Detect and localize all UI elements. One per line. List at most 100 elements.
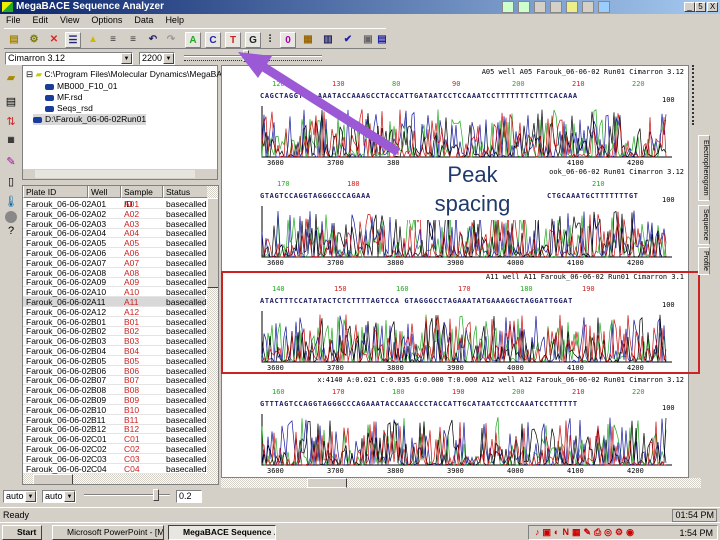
table-row[interactable]: Farouk_06-06-02 B03 B03 basecalled [23,336,207,347]
document-icon[interactable]: ▯ [4,175,18,189]
table-row[interactable]: Farouk_06-06-02 C03 C03 basecalled [23,454,207,464]
col-sample-id[interactable]: Sample ID [121,186,163,209]
check-icon[interactable]: ✔ [340,32,356,48]
tab-profile[interactable]: Profile [698,247,710,275]
menu-edit[interactable]: Edit [33,15,49,25]
printer-icon[interactable]: ▤ [4,95,18,109]
process-icon[interactable]: ⚙ [26,32,42,48]
project-combo[interactable]: Cimarron 3.12 ▼ [5,52,133,65]
delete-icon[interactable]: ✕ [46,32,62,48]
table-row[interactable]: Farouk_06-06-02 C04 C04 basecalled [23,464,207,474]
minimize-button[interactable]: _ [684,2,695,12]
base-c-button[interactable]: C [205,32,221,48]
grid-icon[interactable]: ▦ [4,135,18,149]
print-icon[interactable]: ▤ [374,32,390,48]
align-icon[interactable]: ≡ [105,32,121,48]
base-g-button[interactable]: G [245,32,261,48]
table-row[interactable]: Farouk_06-06-02 B10 B10 basecalled [23,405,207,415]
menu-view[interactable]: View [60,15,79,25]
tray-icons[interactable]: ♪▣◐N▦✎⎙◎⚙◉ [535,527,637,538]
menu-help[interactable]: Help [165,15,184,25]
table-row[interactable]: Farouk_06-06-02 B06 B06 basecalled [23,366,207,376]
chevron-down-icon[interactable]: ▼ [64,491,75,502]
thermometer-icon[interactable]: 🌡 [4,195,18,209]
base-a-button[interactable]: A [185,32,201,48]
chevron-down-icon[interactable]: ▼ [163,53,174,64]
table-row[interactable]: Farouk_06-06-02 B02 B02 basecalled [23,326,207,337]
tree-node-programfiles[interactable]: ⊟ ▰ C:\Program Files\Molecular Dynamics\… [26,69,242,80]
chromo-hscrollbar[interactable] [221,478,701,488]
menu-file[interactable]: File [6,15,21,25]
table-row[interactable]: Farouk_06-06-02 A04 A04 basecalled [23,228,207,239]
table-row[interactable]: Farouk_06-06-02 A05 A05 basecalled [23,238,207,249]
value-field[interactable]: 0.2 [176,490,202,503]
tree-node-mf[interactable]: MF.rsd [45,92,83,103]
table-row[interactable]: Farouk_06-06-02 A09 A09 basecalled [23,277,207,288]
menu-data[interactable]: Data [134,15,153,25]
table-row[interactable]: Farouk_06-06-02 A02 A02 basecalled [23,209,207,219]
undo-icon[interactable]: ↶ [145,32,161,48]
slider-thumb[interactable] [243,50,249,62]
collapse-icon[interactable]: ≡ [125,32,141,48]
map-icon[interactable]: ▥ [320,32,336,48]
table-row[interactable]: Farouk_06-06-02 C01 C01 basecalled [23,434,207,445]
key-shortcut-icon[interactable] [566,1,578,13]
col-status[interactable]: Status [163,186,208,198]
excel-icon[interactable] [518,1,530,13]
list-view-icon[interactable]: ☰ [65,32,81,48]
table-hscrollbar[interactable] [23,474,218,484]
start-button[interactable]: Start [2,525,42,540]
abc-icon[interactable]: ✎ [4,155,18,169]
table-row[interactable]: Farouk_06-06-02 B08 B08 basecalled [23,385,207,396]
table-row[interactable]: Farouk_06-06-02 A07 A07 basecalled [23,258,207,268]
word-icon[interactable] [502,1,514,13]
auto-combo-2[interactable]: auto ▼ [42,490,76,503]
help-icon[interactable]: ? [4,225,18,239]
chevron-down-icon[interactable]: ▼ [121,53,132,64]
tab-electropherogram[interactable]: Electropherogram [698,135,710,201]
open-folder-icon[interactable]: ▰ [4,71,18,85]
chart-icon[interactable]: ▦ [300,32,316,48]
open-run-icon[interactable]: ▤ [6,32,22,48]
maximize-button[interactable]: 5 [695,2,706,12]
col-well[interactable]: Well [88,186,121,198]
explorer-shortcut-icon[interactable] [582,1,594,13]
tree-node-mb000[interactable]: MB000_F10_01 [45,81,118,92]
scale-slider[interactable] [184,55,322,57]
tab-sequence[interactable]: Sequence [698,205,710,245]
table-vscrollbar[interactable] [207,186,218,474]
table-row[interactable]: Farouk_06-06-02 B11 B11 basecalled [23,415,207,425]
splitter[interactable] [692,65,700,125]
table-row[interactable]: Farouk_06-06-02 A12 A12 basecalled [23,307,207,317]
table-row[interactable]: Farouk_06-06-02 B07 B07 basecalled [23,375,207,386]
menu-options[interactable]: Options [91,15,122,25]
col-plate-id[interactable]: Plate ID [23,186,88,198]
close-button[interactable]: X [707,2,718,12]
base-t-button[interactable]: T [225,32,241,48]
table-row[interactable]: Farouk_06-06-02 A11 A11 basecalled [23,297,207,307]
tool-shortcut-icon[interactable] [550,1,562,13]
table-row[interactable]: Farouk_06-06-02 B05 B05 basecalled [23,356,207,366]
cursor-icon[interactable]: ⫶ [262,32,278,48]
table-row[interactable]: Farouk_06-06-02 A01 A01 basecalled [23,199,207,209]
open-button[interactable]: 0 [280,32,296,48]
tree-node-farouk[interactable]: D:\Farouk_06-06-02Run01 [33,114,147,125]
chevron-down-icon[interactable]: ▼ [25,491,36,502]
table-row[interactable]: Farouk_06-06-02 C02 C02 basecalled [23,444,207,454]
tree-node-seqs[interactable]: Seqs_rsd [45,103,93,114]
zoom-combo[interactable]: 2200 ▼ [139,52,175,65]
sort-icon[interactable]: ⇅ [4,115,18,129]
app-shortcut-icon[interactable] [534,1,546,13]
task-powerpoint[interactable]: Microsoft PowerPoint - [M... [52,525,164,540]
table-row[interactable]: Farouk_06-06-02 B12 B12 basecalled [23,424,207,435]
ie-shortcut-icon[interactable] [598,1,610,13]
tree-hscrollbar[interactable] [23,169,217,179]
table-row[interactable]: Farouk_06-06-02 B01 B01 basecalled [23,317,207,327]
table-row[interactable]: Farouk_06-06-02 A10 A10 basecalled [23,287,207,298]
table-row[interactable]: Farouk_06-06-02 B09 B09 basecalled [23,395,207,405]
task-megabace[interactable]: MegaBACE Sequence ... [168,525,276,540]
table-row[interactable]: Farouk_06-06-02 A03 A03 basecalled [23,219,207,229]
record-icon[interactable] [5,211,17,223]
auto-combo-1[interactable]: auto ▼ [3,490,37,503]
bottom-slider-thumb[interactable] [153,489,159,501]
